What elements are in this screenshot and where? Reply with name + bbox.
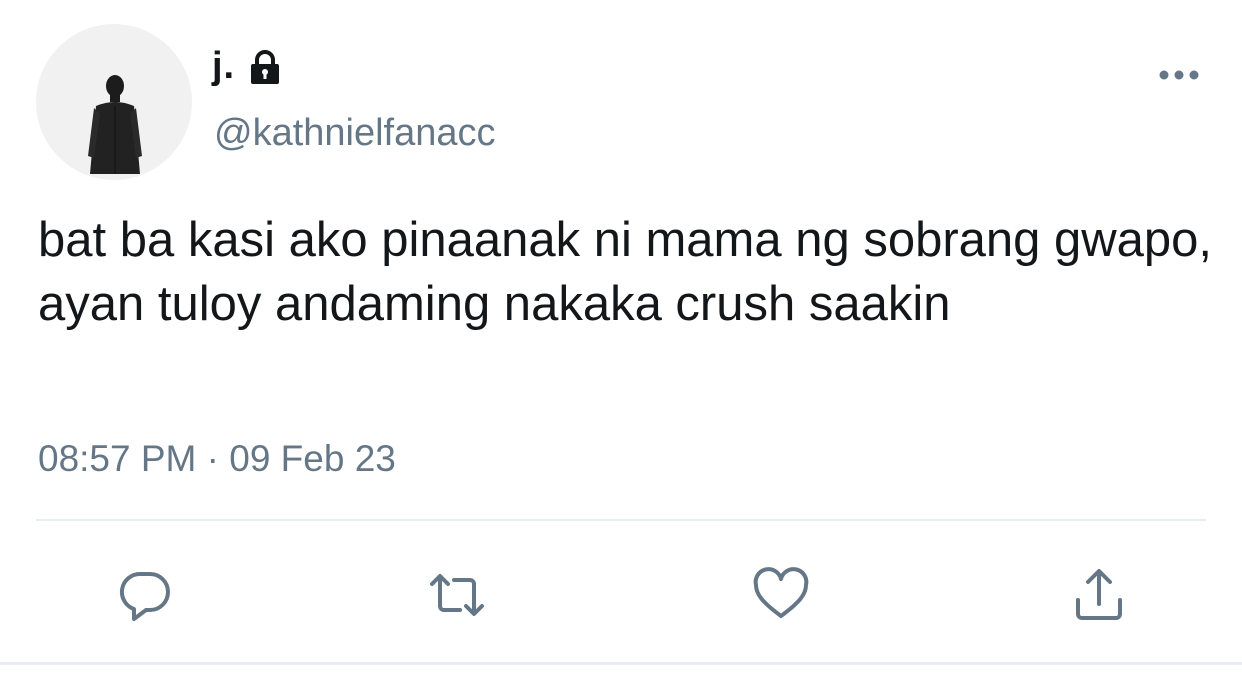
- reply-icon: [119, 571, 170, 621]
- more-icon[interactable]: [1154, 64, 1204, 86]
- divider: [36, 519, 1206, 521]
- like-button[interactable]: [752, 566, 810, 624]
- share-button[interactable]: [1070, 566, 1128, 624]
- retweet-icon: [430, 574, 484, 616]
- heart-icon: [753, 567, 809, 618]
- tweet-text: bat ba kasi ako pinaanak ni mama ng sobr…: [38, 213, 1213, 331]
- display-name-row: j.: [212, 40, 285, 92]
- reply-button[interactable]: [116, 566, 174, 624]
- person-avatar-icon: [36, 24, 192, 180]
- bottom-divider: [0, 662, 1242, 665]
- tweet-card: j. @kathnielfanacc bat ba kasi ako pinaa…: [0, 0, 1242, 684]
- display-name[interactable]: j.: [212, 45, 235, 88]
- tweet-timestamp[interactable]: 08:57 PM · 09 Feb 23: [38, 438, 396, 480]
- lock-icon: [251, 50, 280, 84]
- retweet-button[interactable]: [428, 566, 486, 624]
- avatar[interactable]: [36, 24, 192, 180]
- share-icon: [1076, 569, 1122, 620]
- user-handle[interactable]: @kathnielfanacc: [214, 112, 496, 155]
